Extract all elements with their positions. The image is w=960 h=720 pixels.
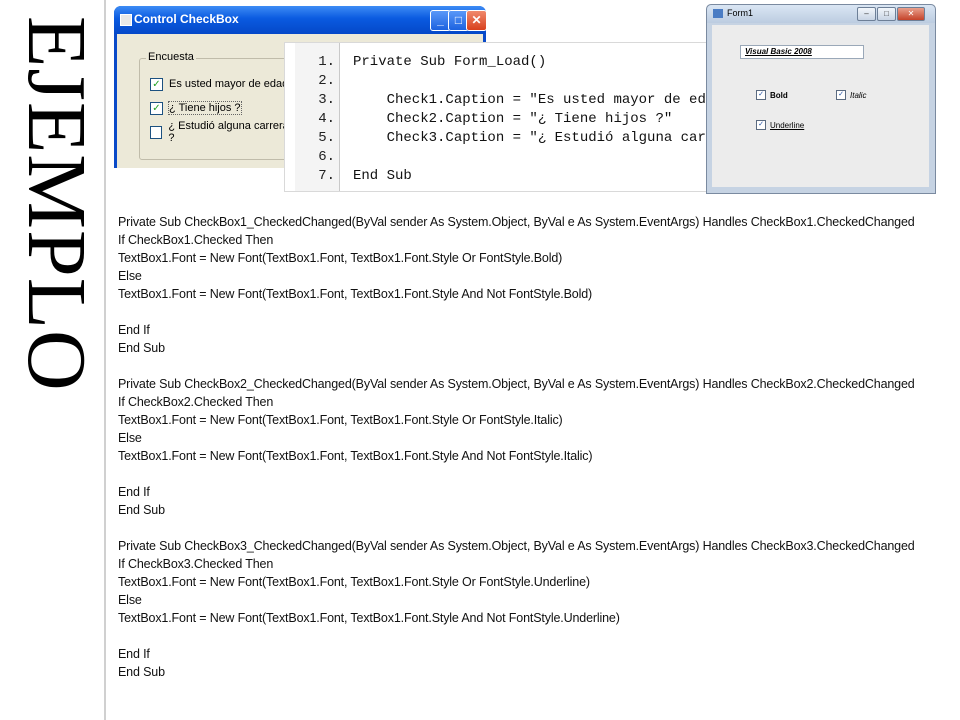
encuesta-groupbox: Encuesta ✓ Es usted mayor de edad ✓ ¿ Ti… <box>139 51 291 160</box>
code-text-line: If CheckBox3.Checked Then <box>118 557 274 571</box>
app-icon <box>120 14 132 26</box>
code-text-line: If CheckBox2.Checked Then <box>118 395 274 409</box>
form1-titlebar: Form1 – □ ✕ <box>707 5 935 23</box>
form-icon <box>713 9 723 18</box>
checkbox-bold[interactable]: ✓ Bold <box>756 89 788 101</box>
textbox1-input[interactable]: Visual Basic 2008 <box>740 45 864 59</box>
checkbox-box-checked[interactable]: ✓ <box>836 90 846 100</box>
checkbox-label: Underline <box>770 120 805 130</box>
checkbox-underline[interactable]: ✓ Underline <box>756 119 804 131</box>
code-text-line: Else <box>118 593 142 607</box>
code-text-line: End If <box>118 323 150 337</box>
line-number: 2. <box>318 73 335 89</box>
code-text-line: End Sub <box>118 665 165 679</box>
close-button[interactable]: ✕ <box>466 10 487 31</box>
checkbox-label: Italic <box>850 90 867 100</box>
checkbox-estudio-carrera[interactable]: ¿ Estudió alguna carrera ? <box>150 120 290 144</box>
code-text-line: End If <box>118 647 150 661</box>
line-number: 1. <box>318 54 335 70</box>
code-text-line: End If <box>118 485 150 499</box>
form1-close-button[interactable]: ✕ <box>897 7 925 21</box>
code-text-line: Private Sub CheckBox3_CheckedChanged(ByV… <box>118 539 915 553</box>
line-number: 5. <box>318 130 335 146</box>
form1-minimize-button[interactable]: – <box>857 7 876 21</box>
code-text-line <box>118 303 948 321</box>
code-line: Check3.Caption = "¿ Estudió alguna carre… <box>353 130 765 146</box>
checkbox-label: Bold <box>770 90 788 100</box>
line-number: 6. <box>318 149 335 165</box>
checkbox-box-checked[interactable]: ✓ <box>756 120 766 130</box>
form1-title: Form1 <box>727 8 754 18</box>
checkbox-box-checked[interactable]: ✓ <box>756 90 766 100</box>
code-text-line: TextBox1.Font = New Font(TextBox1.Font, … <box>118 575 590 589</box>
checkbox-box-checked[interactable]: ✓ <box>150 77 163 91</box>
code-text-line: Private Sub CheckBox1_CheckedChanged(ByV… <box>118 215 915 229</box>
groupbox-legend: Encuesta <box>146 51 196 63</box>
code-text-line: End Sub <box>118 503 165 517</box>
event-handler-code: Private Sub CheckBox1_CheckedChanged(ByV… <box>118 213 948 681</box>
code-text-line: End Sub <box>118 341 165 355</box>
checkbox-label: ¿ Tiene hijos ? <box>168 101 242 115</box>
form1-maximize-button[interactable]: □ <box>877 7 896 21</box>
code-text-line <box>118 465 948 483</box>
checkbox-mayor-edad[interactable]: ✓ Es usted mayor de edad <box>150 77 288 91</box>
code-text-line: If CheckBox1.Checked Then <box>118 233 274 247</box>
code-text-line: TextBox1.Font = New Font(TextBox1.Font, … <box>118 251 563 265</box>
line-number: 3. <box>318 92 335 108</box>
slide-side-title: EJEMPLO <box>10 16 103 392</box>
code-line: End Sub <box>353 168 412 184</box>
code-text-line <box>118 357 948 375</box>
code-text-line <box>118 519 948 537</box>
form-load-code-listing: 1. Private Sub Form_Load() 2. 3. Check1.… <box>284 42 765 192</box>
checkbox-label: Es usted mayor de edad <box>169 78 289 90</box>
code-text-line: TextBox1.Font = New Font(TextBox1.Font, … <box>118 287 593 301</box>
checkbox-label: ¿ Estudió alguna carrera ? <box>168 120 289 144</box>
checkbox-italic[interactable]: ✓ Italic <box>836 89 866 101</box>
window-title: Control CheckBox <box>134 12 239 26</box>
code-text-line: TextBox1.Font = New Font(TextBox1.Font, … <box>118 413 563 427</box>
checkbox-tiene-hijos[interactable]: ✓ ¿ Tiene hijos ? <box>150 101 242 115</box>
code-text-line <box>118 627 948 645</box>
code-line: Check1.Caption = "Es usted mayor de edad… <box>353 92 732 108</box>
code-line: Check2.Caption = "¿ Tiene hijos ?" <box>353 111 673 127</box>
side-divider <box>104 0 106 720</box>
code-text-line: Else <box>118 431 142 445</box>
code-text-line: TextBox1.Font = New Font(TextBox1.Font, … <box>118 449 593 463</box>
form1-body: Visual Basic 2008 ✓ Bold ✓ Italic ✓ Unde… <box>712 25 929 187</box>
code-text-line: Else <box>118 269 142 283</box>
checkbox-box-unchecked[interactable] <box>150 125 163 139</box>
code-text-line: TextBox1.Font = New Font(TextBox1.Font, … <box>118 611 620 625</box>
code-line: Private Sub Form_Load() <box>353 54 547 70</box>
checkbox-box-checked[interactable]: ✓ <box>150 101 163 115</box>
window-titlebar: Control CheckBox _ □ ✕ <box>114 6 487 34</box>
code-text-line: Private Sub CheckBox2_CheckedChanged(ByV… <box>118 377 915 391</box>
line-number: 7. <box>318 168 335 184</box>
line-number: 4. <box>318 111 335 127</box>
form1-window: Form1 – □ ✕ Visual Basic 2008 ✓ Bold ✓ I… <box>706 4 936 194</box>
